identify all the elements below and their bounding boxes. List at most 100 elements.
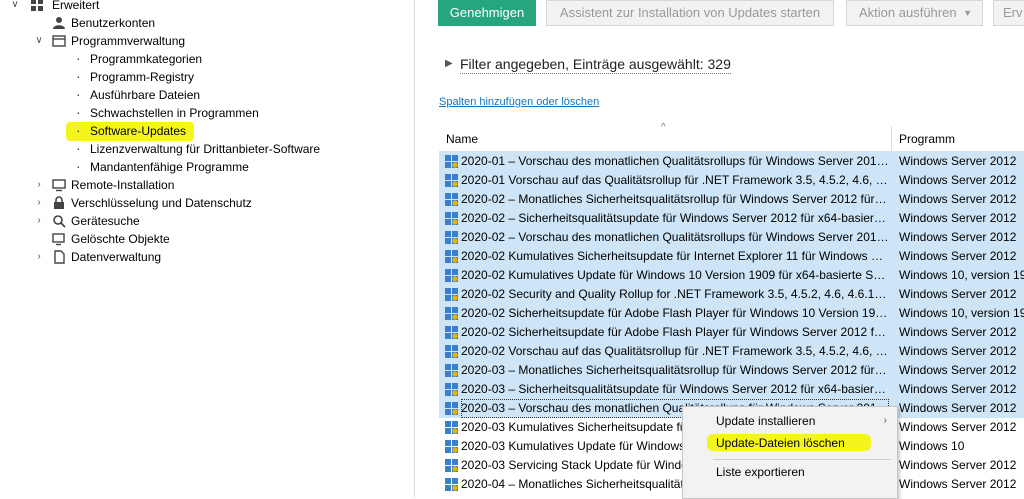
table-row[interactable]: 2020-02 Sicherheitsupdate für Adobe Flas…	[439, 323, 1024, 342]
chevron-right-icon[interactable]: ›	[34, 194, 44, 212]
windows-update-icon	[445, 478, 458, 491]
bullet-icon: ·	[76, 104, 81, 120]
search-icon	[53, 215, 66, 228]
bullet-icon: ·	[76, 122, 81, 138]
windows-update-icon	[445, 459, 458, 472]
cell-name: 2020-02 Security and Quality Rollup for …	[461, 287, 889, 301]
windows-update-icon	[445, 402, 458, 415]
cell-name: 2020-02 Sicherheitsupdate für Adobe Flas…	[461, 325, 889, 339]
table-row[interactable]: 2020-02 Security and Quality Rollup for …	[439, 285, 1024, 304]
windows-update-icon	[445, 269, 458, 282]
cell-program: Windows Server 2012	[899, 230, 1017, 244]
cell-program: Windows Server 2012	[899, 420, 1017, 434]
lock-icon	[54, 196, 64, 209]
column-divider[interactable]	[891, 126, 892, 151]
tree-label: Schwachstellen in Programmen	[90, 106, 259, 120]
table-row[interactable]: 2020-02 – Monatliches Sicherheitsqualitä…	[439, 190, 1024, 209]
cell-program: Windows Server 2012	[899, 154, 1017, 168]
tree-label: Gerätesuche	[71, 214, 140, 228]
cell-program: Windows 10, version 19...	[899, 306, 1024, 320]
table-row[interactable]: 2020-03 – Monatliches Sicherheitsqualitä…	[439, 361, 1024, 380]
document-icon	[54, 250, 65, 264]
windows-update-icon	[445, 193, 458, 206]
windows-update-icon	[445, 174, 458, 187]
tree-item-software-updates[interactable]: · Software-Updates	[66, 122, 194, 141]
menu-item-delete-update-files[interactable]: Update-Dateien löschen	[683, 433, 897, 453]
action-dropdown-button[interactable]: Aktion ausführen ▼	[846, 0, 983, 26]
chevron-right-icon: ›	[883, 415, 887, 426]
cell-name: 2020-02 Sicherheitsupdate für Adobe Flas…	[461, 306, 889, 320]
cell-name: 2020-03 – Sicherheitsqualitätsupdate für…	[461, 382, 889, 396]
tree-label: Remote-Installation	[71, 178, 175, 192]
menu-item-label: Update-Dateien löschen	[716, 436, 845, 450]
filter-text[interactable]: Filter angegeben, Einträge ausgewählt: 3…	[460, 56, 731, 74]
cell-program: Windows 10	[899, 439, 965, 453]
chevron-right-icon[interactable]: ›	[34, 176, 44, 194]
cell-program: Windows Server 2012	[899, 401, 1017, 415]
grid-icon	[31, 0, 43, 11]
windows-update-icon	[445, 231, 458, 244]
sort-asc-icon: ^	[661, 122, 666, 133]
approve-button[interactable]: Genehmigen	[438, 0, 536, 26]
cell-program: Windows Server 2012	[899, 173, 1017, 187]
cell-program: Windows 10, version 19...	[899, 268, 1024, 282]
table-row[interactable]: 2020-02 Kumulatives Update für Windows 1…	[439, 266, 1024, 285]
table-row[interactable]: 2020-02 – Vorschau des monatlichen Quali…	[439, 228, 1024, 247]
cell-name: 2020-03 – Monatliches Sicherheitsqualitä…	[461, 363, 889, 377]
windows-update-icon	[445, 440, 458, 453]
cell-name: 2020-02 Kumulatives Update für Windows 1…	[461, 268, 889, 282]
tree-label: Programm-Registry	[90, 70, 195, 84]
bullet-icon: ·	[76, 158, 81, 174]
table-row[interactable]: 2020-02 Vorschau auf das Qualitätsrollup…	[439, 342, 1024, 361]
navigation-tree: ∨ Erweitert Benutzerkonten ∨ Programmver…	[0, 0, 415, 497]
tree-label: Ausführbare Dateien	[90, 88, 201, 102]
menu-item-label: Update installieren	[716, 414, 816, 428]
menu-item-export-list[interactable]: Liste exportieren	[683, 462, 897, 482]
tree-label: Verschlüsselung und Datenschutz	[71, 196, 252, 210]
windows-update-icon	[445, 326, 458, 339]
column-header-name[interactable]: Name	[446, 132, 478, 146]
table-row[interactable]: 2020-02 – Sicherheitsqualitätsupdate für…	[439, 209, 1024, 228]
more-button[interactable]: Erv	[993, 0, 1024, 26]
windows-update-icon	[445, 383, 458, 396]
windows-update-icon	[445, 421, 458, 434]
action-dropdown-label: Aktion ausführen	[859, 5, 957, 20]
table-row[interactable]: 2020-03 – Sicherheitsqualitätsupdate für…	[439, 380, 1024, 399]
deleted-device-icon	[52, 233, 65, 246]
tree-label: Programmverwaltung	[71, 34, 186, 48]
caret-down-icon: ▼	[963, 8, 972, 18]
table-row[interactable]: 2020-02 Sicherheitsupdate für Adobe Flas…	[439, 304, 1024, 323]
cell-name: 2020-01 – Vorschau des monatlichen Quali…	[461, 154, 889, 168]
windows-update-icon	[445, 288, 458, 301]
windows-update-icon	[445, 364, 458, 377]
chevron-down-icon[interactable]: ∨	[34, 32, 44, 50]
chevron-right-icon[interactable]: ›	[34, 212, 44, 230]
tree-label: Software-Updates	[90, 124, 187, 138]
tree-label: Benutzerkonten	[71, 16, 156, 30]
cell-name: 2020-02 – Vorschau des monatlichen Quali…	[461, 230, 889, 244]
chevron-right-icon[interactable]: ▶	[445, 58, 453, 69]
cell-program: Windows Server 2012	[899, 477, 1017, 491]
user-icon	[53, 17, 65, 29]
bullet-icon: ·	[76, 86, 81, 102]
table-row[interactable]: 2020-01 Vorschau auf das Qualitätsrollup…	[439, 171, 1024, 190]
install-wizard-button[interactable]: Assistent zur Installation von Updates s…	[546, 0, 834, 26]
cell-name: 2020-02 Vorschau auf das Qualitätsrollup…	[461, 344, 889, 358]
cell-program: Windows Server 2012	[899, 249, 1017, 263]
table-row[interactable]: 2020-01 – Vorschau des monatlichen Quali…	[439, 152, 1024, 171]
menu-item-label: Liste exportieren	[716, 465, 805, 479]
cell-name: 2020-02 – Monatliches Sicherheitsqualitä…	[461, 192, 889, 206]
menu-item-install-update[interactable]: Update installieren ›	[683, 411, 897, 431]
chevron-down-icon[interactable]: ∨	[10, 0, 20, 14]
cell-name: 2020-01 Vorschau auf das Qualitätsrollup…	[461, 173, 889, 187]
monitor-icon	[52, 179, 66, 192]
tree-label: Mandantenfähige Programme	[90, 160, 249, 174]
column-header-program[interactable]: Programm	[899, 132, 955, 146]
cell-program: Windows Server 2012	[899, 382, 1017, 396]
chevron-right-icon[interactable]: ›	[34, 248, 44, 266]
table-row[interactable]: 2020-02 Kumulatives Sicherheitsupdate fü…	[439, 247, 1024, 266]
cell-program: Windows Server 2012	[899, 325, 1017, 339]
cell-program: Windows Server 2012	[899, 458, 1017, 472]
cell-program: Windows Server 2012	[899, 211, 1017, 225]
columns-link[interactable]: Spalten hinzufügen oder löschen	[439, 96, 599, 108]
